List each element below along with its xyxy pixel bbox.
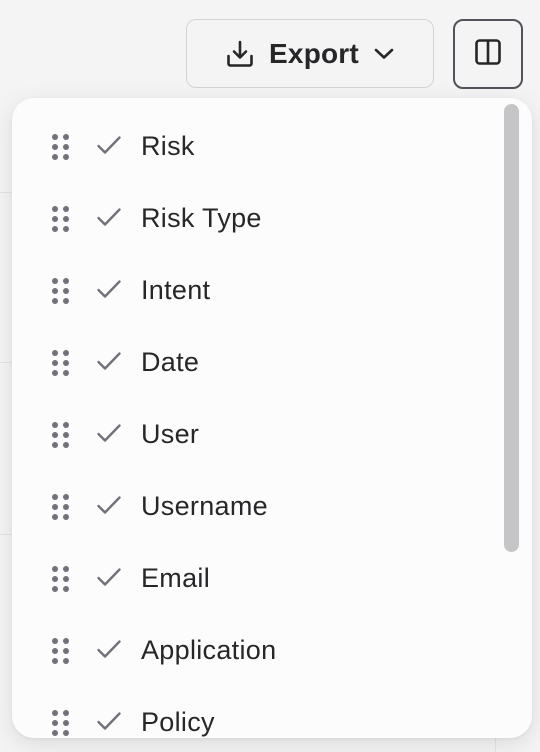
check-icon <box>96 566 122 593</box>
drag-handle-icon[interactable] <box>52 422 69 448</box>
column-menu-item-label: Date <box>141 347 200 377</box>
column-list: Risk Risk Type Intent Date User Username… <box>12 110 496 738</box>
table-divider <box>0 534 12 535</box>
scrollbar-thumb[interactable] <box>504 104 519 552</box>
column-menu-item[interactable]: Risk <box>12 110 496 182</box>
table-divider <box>0 192 12 193</box>
column-menu-item-label: Policy <box>141 707 215 737</box>
check-icon <box>96 638 122 665</box>
column-menu-item-label: User <box>141 419 200 449</box>
column-menu-item[interactable]: User <box>12 398 496 470</box>
column-menu-item[interactable]: Username <box>12 470 496 542</box>
column-menu-item[interactable]: Policy <box>12 686 496 738</box>
column-menu-item-label: Application <box>141 635 277 665</box>
column-menu-item-label: Intent <box>141 275 211 305</box>
column-menu-item[interactable]: Date <box>12 326 496 398</box>
column-menu-item[interactable]: Application <box>12 614 496 686</box>
table-divider <box>0 362 12 363</box>
check-icon <box>96 134 122 161</box>
column-visibility-menu: Risk Risk Type Intent Date User Username… <box>12 98 532 738</box>
column-menu-item[interactable]: Email <box>12 542 496 614</box>
export-label: Export <box>269 37 359 69</box>
check-icon <box>96 206 122 233</box>
column-menu-item[interactable]: Risk Type <box>12 182 496 254</box>
drag-handle-icon[interactable] <box>52 350 69 376</box>
column-menu-item-label: Email <box>141 563 211 593</box>
columns-panel-icon <box>473 37 503 72</box>
column-menu-item-label: Risk <box>141 131 195 161</box>
download-icon <box>225 39 255 69</box>
columns-toggle-button[interactable] <box>453 19 523 89</box>
check-icon <box>96 494 122 521</box>
export-button[interactable]: Export <box>186 19 434 88</box>
check-icon <box>96 710 122 737</box>
check-icon <box>96 278 122 305</box>
drag-handle-icon[interactable] <box>52 638 69 664</box>
drag-handle-icon[interactable] <box>52 710 69 736</box>
drag-handle-icon[interactable] <box>52 494 69 520</box>
drag-handle-icon[interactable] <box>52 566 69 592</box>
chevron-down-icon <box>373 47 395 61</box>
drag-handle-icon[interactable] <box>52 206 69 232</box>
column-menu-item-label: Risk Type <box>141 203 262 233</box>
check-icon <box>96 350 122 377</box>
drag-handle-icon[interactable] <box>52 134 69 160</box>
column-menu-item[interactable]: Intent <box>12 254 496 326</box>
check-icon <box>96 422 122 449</box>
drag-handle-icon[interactable] <box>52 278 69 304</box>
column-menu-item-label: Username <box>141 491 268 521</box>
